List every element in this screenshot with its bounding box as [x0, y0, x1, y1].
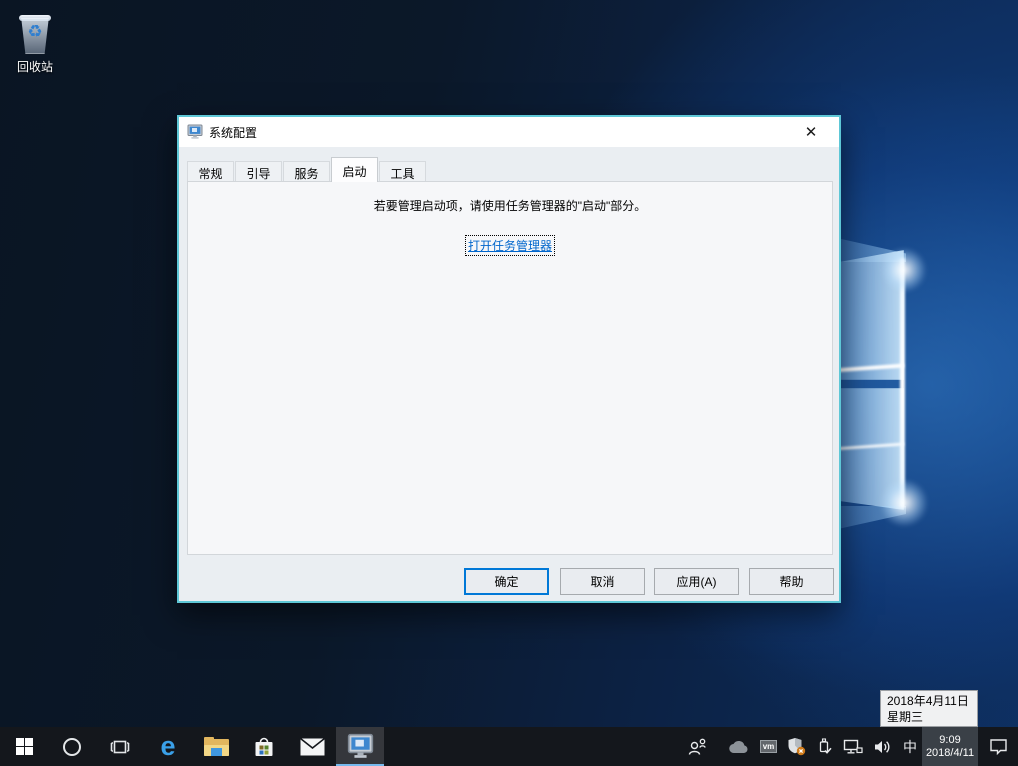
tab-startup[interactable]: 启动	[331, 157, 378, 182]
mail-button[interactable]	[288, 727, 336, 766]
dialog-titlebar[interactable]: 系统配置 ✕	[179, 117, 839, 147]
mail-envelope-icon	[300, 738, 325, 756]
dialog-tab-strip: 常规 引导 服务 启动 工具	[187, 157, 427, 182]
folder-inner	[211, 748, 222, 756]
msconfig-taskbar-button[interactable]	[336, 727, 384, 766]
speaker-icon	[873, 739, 893, 755]
action-center-icon	[989, 738, 1008, 755]
system-tray: vm	[682, 727, 1018, 766]
msconfig-icon	[347, 733, 374, 760]
tab-tools[interactable]: 工具	[379, 161, 426, 182]
people-icon	[687, 738, 709, 755]
system-configuration-dialog: 系统配置 ✕ 常规 引导 服务 启动 工具 若要管理启动项，请使用任务管理器的"…	[177, 115, 841, 603]
onedrive-cloud-icon	[728, 740, 750, 754]
startup-tab-page: 若要管理启动项，请使用任务管理器的"启动"部分。 打开任务管理器	[187, 181, 833, 555]
open-task-manager-link[interactable]: 打开任务管理器	[466, 236, 554, 255]
clock-date-tooltip: 2018年4月11日 星期三	[880, 690, 978, 727]
task-manager-link-row: 打开任务管理器	[188, 236, 832, 255]
tooltip-weekday: 星期三	[887, 709, 977, 725]
ime-chinese-icon: 中	[903, 737, 917, 757]
clock-date: 2018/4/11	[926, 747, 974, 760]
cancel-button[interactable]: 取消	[560, 568, 645, 595]
recycle-arrows-icon: ♻	[19, 22, 51, 42]
store-button[interactable]	[240, 727, 288, 766]
action-center-button[interactable]	[978, 727, 1018, 766]
usb-device-button[interactable]	[811, 727, 838, 766]
defender-shield-icon	[787, 737, 806, 756]
help-button[interactable]: 帮助	[749, 568, 834, 595]
close-icon[interactable]: ✕	[791, 117, 831, 147]
file-explorer-button[interactable]	[192, 727, 240, 766]
edge-icon: e	[160, 733, 175, 760]
edge-button[interactable]: e	[144, 727, 192, 766]
taskbar: e	[0, 727, 1018, 766]
tab-general[interactable]: 常规	[187, 161, 234, 182]
wallpaper-glow	[880, 248, 928, 292]
task-view-button[interactable]	[96, 727, 144, 766]
ok-button[interactable]: 确定	[464, 568, 549, 595]
task-view-icon	[109, 738, 131, 756]
usb-eject-icon	[816, 738, 833, 755]
wallpaper-glow	[878, 480, 930, 526]
tooltip-date: 2018年4月11日	[887, 693, 977, 709]
store-bag-icon	[252, 735, 276, 759]
recycle-bin-icon[interactable]: ♻ 回收站	[6, 12, 64, 75]
startup-message: 若要管理启动项，请使用任务管理器的"启动"部分。	[188, 197, 832, 214]
recycle-bin-label: 回收站	[6, 58, 64, 75]
onedrive-button[interactable]	[723, 727, 755, 766]
vmware-tools-icon: vm	[760, 740, 777, 753]
vmware-tools-button[interactable]: vm	[755, 727, 782, 766]
network-icon	[843, 739, 863, 755]
tab-services[interactable]: 服务	[283, 161, 330, 182]
tab-boot[interactable]: 引导	[235, 161, 282, 182]
taskbar-clock[interactable]: 9:09 2018/4/11	[922, 727, 978, 766]
people-button[interactable]	[682, 727, 723, 766]
taskbar-app-buttons: e	[0, 727, 384, 766]
cortana-circle-icon	[61, 736, 83, 758]
start-button[interactable]	[0, 727, 48, 766]
clock-time: 9:09	[939, 734, 960, 747]
apply-button[interactable]: 应用(A)	[654, 568, 739, 595]
dialog-title: 系统配置	[209, 124, 257, 141]
wallpaper-window-edge	[900, 258, 905, 508]
cortana-button[interactable]	[48, 727, 96, 766]
msconfig-app-icon	[187, 124, 203, 140]
network-button[interactable]	[838, 727, 868, 766]
defender-button[interactable]	[782, 727, 811, 766]
volume-button[interactable]	[868, 727, 898, 766]
ime-indicator[interactable]: 中	[898, 727, 922, 766]
recycle-bin-glyph-icon: ♻	[19, 12, 51, 54]
file-explorer-icon	[204, 737, 229, 756]
windows-logo-icon	[16, 738, 33, 755]
